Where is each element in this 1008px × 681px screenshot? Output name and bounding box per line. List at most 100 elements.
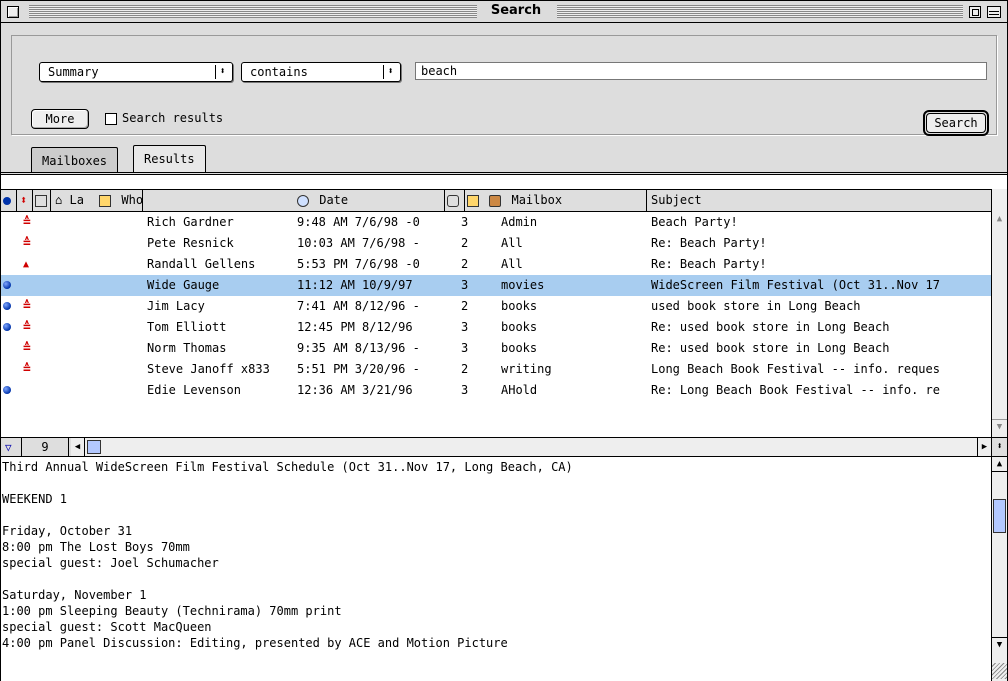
date-cell: 9:48 AM 7/6/98 -0 — [297, 215, 420, 229]
who-cell: Randall Gellens — [147, 257, 256, 271]
mailbox-cell: Admin — [501, 215, 538, 229]
horizontal-scroll-thumb[interactable] — [87, 440, 101, 454]
results-vertical-scrollbar[interactable]: ▲ ▼ — [991, 189, 1007, 437]
mailbox-cell: AHold — [501, 383, 538, 397]
status-dot-icon — [3, 196, 11, 205]
search-results-checkbox[interactable] — [105, 113, 117, 125]
who-cell: Wide Gauge — [147, 278, 220, 292]
who-cell: Steve Janoff x833 — [147, 362, 270, 376]
tab-mailboxes[interactable]: Mailboxes — [31, 147, 119, 173]
table-row[interactable]: ≙ Tom Elliott 12:45 PM 8/12/96 3 books Re: us… — [1, 317, 991, 338]
scroll-up-arrow-icon[interactable]: ▲ — [992, 457, 1007, 472]
subject-cell: Re: used book store in Long Beach — [651, 320, 890, 334]
disclosure-triangle-icon[interactable]: ▽ — [5, 441, 12, 454]
priority-column-header[interactable]: ⬍ — [17, 190, 33, 211]
status-column-header[interactable] — [1, 190, 17, 211]
date-cell: 5:51 PM 3/20/96 - — [297, 362, 420, 376]
more-button[interactable]: More — [31, 109, 89, 129]
table-row[interactable]: ≙ Steve Janoff x833 5:51 PM 3/20/96 - 2 writ… — [1, 359, 991, 380]
table-row[interactable]: Edie Levenson 12:36 AM 3/21/96 3 AHold Re: L… — [1, 380, 991, 401]
table-row[interactable]: ≙ Pete Resnick 10:03 AM 7/6/98 - 2 All Re: Be… — [1, 233, 991, 254]
preview-line: 4:00 pm Panel Discussion: Editing, prese… — [2, 636, 508, 650]
priority-arrow-icon: ≙ — [23, 362, 31, 377]
preview-line: 8:00 pm The Lost Boys 70mm — [2, 540, 190, 554]
preview-line: Friday, October 31 — [2, 524, 133, 538]
unread-dot-icon — [3, 281, 11, 289]
monitor-icon — [467, 194, 479, 207]
search-results-label: Search results — [122, 111, 224, 125]
subject-column-header[interactable]: Subject — [647, 190, 991, 211]
table-row[interactable]: ▲ Randall Gellens 5:53 PM 7/6/98 -0 2 All Re:… — [1, 254, 991, 275]
mailbox-cell: books — [501, 299, 538, 313]
who-cell: Edie Levenson — [147, 383, 241, 397]
operator-popup[interactable]: contains ⬍ — [241, 62, 401, 82]
priority-arrow-icon: ≙ — [23, 320, 31, 335]
mailbox-column-title: Mailbox — [511, 193, 563, 207]
title-bar[interactable]: Search — [1, 1, 1007, 23]
person-icon — [99, 194, 112, 207]
preview-scroll-thumb[interactable] — [993, 499, 1006, 533]
popup-arrows-icon: ⬍ — [383, 65, 397, 79]
grow-box-icon[interactable] — [992, 663, 1007, 679]
date-cell: 10:03 AM 7/6/98 - — [297, 236, 420, 250]
date-cell: 5:53 PM 7/6/98 -0 — [297, 257, 420, 271]
size-cell: 2 — [461, 299, 469, 313]
who-cell: Rich Gardner — [147, 215, 234, 229]
label-tag-icon: ⌂ — [55, 193, 63, 207]
subject-cell: Beach Party! — [651, 215, 738, 229]
preview-line: 1:00 pm Sleeping Beauty (Technirama) 70m… — [2, 604, 342, 618]
who-cell: Tom Elliott — [147, 320, 227, 334]
who-cell: Pete Resnick — [147, 236, 234, 250]
priority-arrow-icon: ≙ — [23, 215, 31, 230]
search-text-field[interactable]: beach — [415, 62, 987, 80]
mailbox-cell: All — [501, 236, 523, 250]
server-column-header[interactable] — [445, 190, 465, 211]
tab-divider — [1, 172, 1007, 173]
scroll-left-arrow-icon[interactable]: ◀ — [71, 438, 85, 456]
scroll-up-arrow-icon[interactable]: ▲ — [992, 212, 1007, 227]
zoom-box-icon[interactable] — [969, 6, 981, 18]
close-box-icon[interactable] — [7, 6, 19, 18]
preview-line: special guest: Joel Schumacher — [2, 556, 219, 570]
preview-line — [1, 507, 991, 523]
size-cell: 3 — [461, 320, 469, 334]
preview-line: WEEKEND 1 — [2, 492, 68, 506]
field-popup[interactable]: Summary ⬍ — [39, 62, 233, 82]
pane-resize-icon[interactable]: ⬍ — [991, 438, 1007, 456]
preview-line — [1, 475, 991, 491]
subject-cell: Re: Beach Party! — [651, 236, 767, 250]
preview-vertical-scrollbar[interactable]: ▲ ▼ — [991, 457, 1007, 681]
scroll-right-arrow-icon[interactable]: ▶ — [977, 438, 991, 456]
label-column-header[interactable]: ⌂ La Who — [51, 190, 143, 211]
mailbox-cell: books — [501, 320, 538, 334]
scroll-down-arrow-icon[interactable]: ▼ — [992, 419, 1007, 434]
priority-arrow-icon: ≙ — [23, 341, 31, 356]
scroll-down-arrow-icon[interactable]: ▼ — [992, 637, 1007, 652]
date-column-header[interactable]: Date — [293, 190, 445, 211]
subject-cell: Re: used book store in Long Beach — [651, 341, 890, 355]
attachment-column-header[interactable] — [33, 190, 51, 211]
results-table-header: ⬍ ⌂ La Who Date Mailbox Subject — [1, 189, 991, 212]
mailbox-column-header[interactable]: Mailbox — [465, 190, 647, 211]
title-bar-stripes — [557, 5, 963, 18]
attachment-icon — [35, 194, 47, 207]
date-column-title: Date — [319, 193, 349, 207]
table-row[interactable]: ≙ Rich Gardner 9:48 AM 7/6/98 -0 3 Admin Beac… — [1, 212, 991, 233]
date-cell: 12:36 AM 3/21/96 — [297, 383, 413, 397]
mailbox-icon — [489, 194, 502, 207]
size-cell: 3 — [461, 215, 469, 229]
priority-arrow-icon: ≙ — [23, 236, 31, 251]
search-criteria-panel: Summary ⬍ contains ⬍ beach More Search r… — [1, 23, 1007, 175]
collapse-box-icon[interactable] — [987, 6, 1001, 18]
table-row[interactable]: ≙ Jim Lacy 7:41 AM 8/12/96 - 2 books used boo… — [1, 296, 991, 317]
server-icon — [447, 194, 459, 207]
results-footer-bar: ▽ 9 ◀ ▶ ⬍ — [1, 437, 1007, 457]
size-cell: 2 — [461, 362, 469, 376]
spacer — [1, 176, 1007, 189]
message-preview[interactable]: Third Annual WideScreen Film Festival Sc… — [1, 457, 991, 681]
search-button[interactable]: Search — [923, 110, 989, 136]
tab-results[interactable]: Results — [133, 145, 206, 173]
results-horizontal-scrollbar[interactable]: ◀ ▶ — [71, 438, 991, 456]
table-row[interactable]: Wide Gauge 11:12 AM 10/9/97 3 movies WideScr… — [1, 275, 991, 296]
table-row[interactable]: ≙ Norm Thomas 9:35 AM 8/13/96 - 3 books Re: u… — [1, 338, 991, 359]
